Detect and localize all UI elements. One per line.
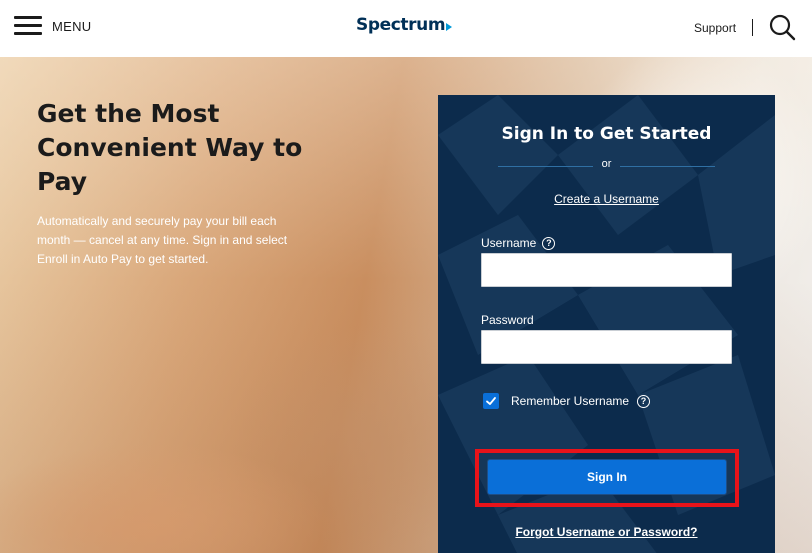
menu-label: MENU	[52, 18, 92, 34]
remember-checkbox[interactable]	[483, 393, 499, 409]
signin-title: Sign In to Get Started	[501, 124, 712, 144]
or-text: or	[601, 158, 612, 170]
or-divider-right	[620, 166, 715, 167]
password-label-row: Password	[481, 313, 534, 327]
search-button[interactable]	[767, 12, 797, 42]
support-link[interactable]: Support	[694, 21, 736, 35]
hamburger-icon	[14, 16, 42, 36]
password-input[interactable]	[481, 330, 732, 364]
logo-text: Spectrum	[356, 15, 446, 35]
or-divider-left	[498, 166, 593, 167]
hero-subtitle: Automatically and securely pay your bill…	[37, 214, 288, 266]
username-label-row: Username ?	[481, 236, 556, 250]
spectrum-logo[interactable]: Spectrum	[356, 15, 453, 35]
username-help-icon[interactable]: ?	[542, 236, 556, 250]
site-header: MENU Spectrum Support	[0, 0, 812, 57]
remember-username-row[interactable]: Remember Username ?	[483, 393, 651, 409]
sign-in-highlight-box	[475, 449, 739, 507]
search-icon	[769, 14, 796, 41]
password-label: Password	[481, 313, 534, 327]
forgot-credentials-link[interactable]: Forgot Username or Password?	[438, 525, 775, 539]
logo-arrow-icon	[446, 22, 453, 31]
checkmark-icon	[486, 397, 496, 405]
username-input[interactable]	[481, 253, 732, 287]
create-username-link[interactable]: Create a Username	[438, 192, 775, 206]
menu-button[interactable]: MENU	[14, 14, 91, 38]
remember-help-icon[interactable]: ?	[637, 394, 651, 408]
remember-username-label: Remember Username	[511, 394, 630, 408]
hero-title: Get the Most Convenient Way to Pay	[37, 99, 303, 196]
header-divider	[752, 19, 753, 36]
username-label: Username	[481, 236, 537, 250]
